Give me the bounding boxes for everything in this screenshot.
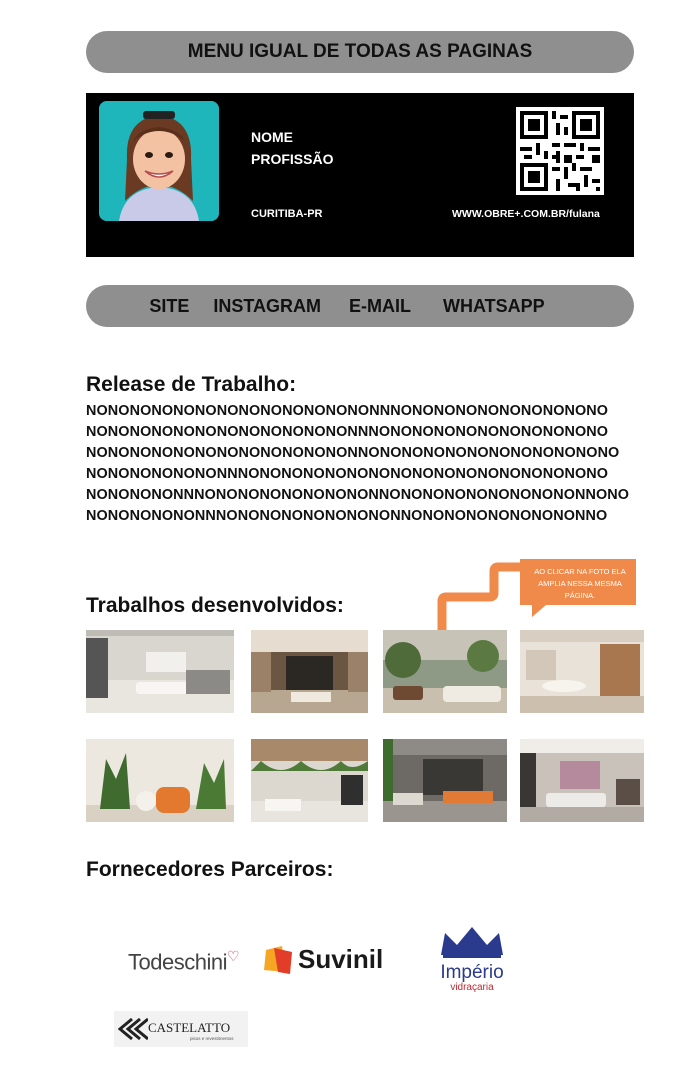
partners-heading: Fornecedores Parceiros: (86, 858, 334, 881)
qr-code[interactable] (516, 107, 604, 195)
work-photo-8[interactable] (520, 739, 644, 822)
castelatto-logo[interactable]: CASTELATTO pisos e revestimentos (114, 1011, 248, 1047)
release-line: NONONONONONONONONONONONONNONONONONONONON… (86, 445, 620, 461)
imperio-logo[interactable]: Império vidraçaria (436, 925, 508, 993)
top-menu-bar[interactable]: MENU IGUAL DE TODAS AS PAGINAS (86, 31, 634, 73)
work-photo-5[interactable] (86, 739, 234, 822)
menu-title: MENU IGUAL DE TODAS AS PAGINAS (187, 41, 533, 62)
todeschini-text: Todeschini (128, 949, 227, 975)
works-heading: Trabalhos desenvolvidos: (86, 594, 344, 617)
release-heading: Release de Trabalho: (86, 373, 297, 396)
work-photo-1[interactable] (86, 630, 234, 713)
annotation-note: AO CLICAR NA FOTO ELA AMPLIA NESSA MESMA… (522, 566, 638, 602)
work-photo-6[interactable] (251, 739, 368, 822)
imperio-text: Império (440, 962, 504, 983)
contact-whatsapp[interactable]: WHATSAPP (443, 296, 545, 317)
profile-card: NOME PROFISSÃO CURITIBA-PR WWW.OBRE+.COM… (86, 93, 634, 257)
note-line: AO CLICAR NA FOTO ELA (534, 567, 626, 576)
suvinil-mark-icon (264, 945, 292, 974)
profile-photo (99, 101, 219, 221)
profile-name: NOME (251, 129, 293, 145)
suvinil-text: Suvinil (298, 944, 384, 974)
release-text: NONONONONONONONONONONONONONNNONONONONONO… (86, 401, 646, 527)
heart-icon: ♡ (226, 948, 240, 964)
release-line: NONONONONNNONONONONONONONONNONONONONONON… (86, 487, 630, 503)
profile-profession: PROFISSÃO (251, 151, 334, 167)
castelatto-text: CASTELATTO (148, 1020, 231, 1035)
note-line: AMPLIA NESSA MESMA (538, 579, 622, 588)
note-line: PÁGINA. (564, 591, 596, 600)
work-photo-2[interactable] (251, 630, 368, 713)
contact-instagram[interactable]: INSTAGRAM (213, 296, 321, 317)
imperio-sub: vidraçaria (450, 982, 494, 993)
crown-icon (441, 927, 503, 958)
profile-url[interactable]: WWW.OBRE+.COM.BR/fulana (452, 208, 600, 220)
work-photo-4[interactable] (520, 630, 644, 713)
profile-city: CURITIBA-PR (251, 208, 323, 220)
castelatto-mark-icon (118, 1017, 148, 1041)
todeschini-logo[interactable]: Todeschini♡ (128, 948, 240, 975)
release-line: NONONONONONONONONONONONONONNNONONONONONO… (86, 403, 609, 419)
contact-site[interactable]: SITE (149, 296, 189, 317)
contact-bar: SITE INSTAGRAM E-MAIL WHATSAPP (86, 285, 634, 327)
release-line: NONONONONONONONONONONONONNNONONONONONONO… (86, 424, 609, 440)
release-line: NONONONONONNNONONONONONONONONNONONONONON… (86, 508, 608, 524)
work-photo-3[interactable] (383, 630, 507, 713)
work-photo-7[interactable] (383, 739, 507, 822)
suvinil-logo[interactable]: Suvinil (264, 944, 383, 975)
contact-email[interactable]: E-MAIL (349, 296, 411, 317)
release-line: NONONONONONONNNONONONONONONONONONONONONO… (86, 466, 609, 482)
castelatto-sub: pisos e revestimentos (190, 1036, 234, 1041)
